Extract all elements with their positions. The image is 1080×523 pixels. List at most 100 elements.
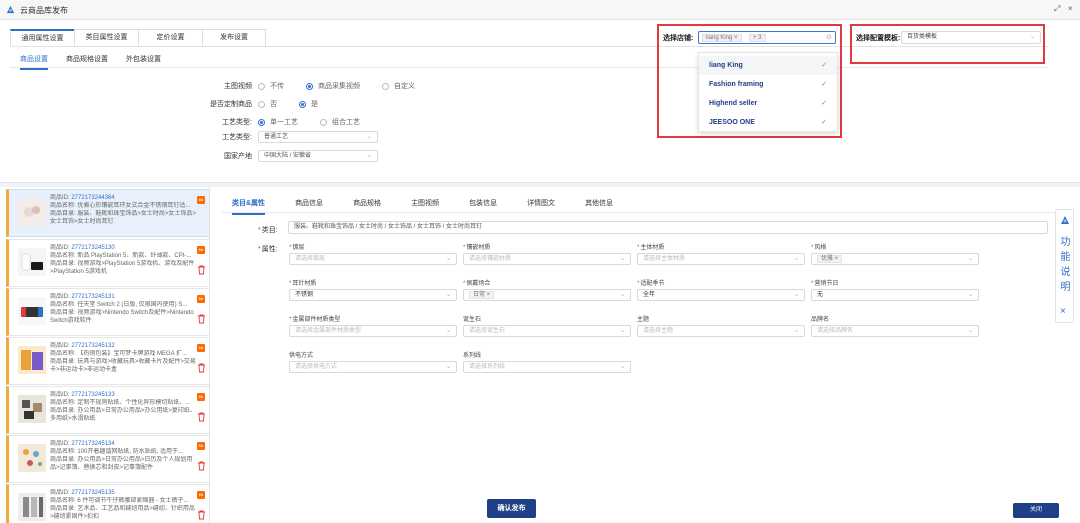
origin-label: 国家产地 <box>224 153 252 160</box>
template-select-label: 选择配置模板: <box>856 35 901 42</box>
attributes-label: *属性: <box>258 246 278 253</box>
radio-customized-no[interactable]: 否 <box>258 99 277 109</box>
product-thumbnail <box>18 248 46 276</box>
detail-tabs-divider <box>222 212 1058 213</box>
radio-customized-yes[interactable]: 是 <box>299 99 318 109</box>
product-name: 定制不规则贴纸、个性化异形模切贴纸、... <box>77 400 191 406</box>
product-thumbnail <box>18 198 46 226</box>
chevron-down-icon: ⌄ <box>619 256 625 262</box>
chevron-down-icon: ⌄ <box>445 328 451 334</box>
product-id: 2772173245132 <box>71 343 115 349</box>
attr-holiday-select[interactable]: 无 ⌄ <box>811 289 979 301</box>
shop-option[interactable]: JEESOO ONE ✓ <box>699 113 837 132</box>
attr-style-select[interactable]: 优雅 × ⌄ <box>811 253 979 265</box>
chevron-down-icon: ⌄ <box>967 256 973 262</box>
product-thumbnail <box>18 297 46 325</box>
trash-icon[interactable] <box>197 412 206 422</box>
help-side-panel[interactable]: 功能说明 × <box>1055 209 1074 323</box>
tab-general-attributes[interactable]: 通用属性设置 <box>10 29 74 47</box>
attr-plating: *镀层 请选择镀层 ⌄ <box>289 244 457 265</box>
shop-option[interactable]: Highend seller ✓ <box>699 94 837 113</box>
maximize-icon[interactable]: ⤢ <box>1054 4 1060 14</box>
attr-theme-select[interactable]: 请选择主题 ⌄ <box>637 325 805 337</box>
category-label: *类目: <box>258 227 278 234</box>
trash-icon[interactable] <box>197 510 206 520</box>
radio-custom-video[interactable]: 自定义 <box>382 81 415 91</box>
radio-single-craft[interactable]: 单一工艺 <box>258 117 298 127</box>
shop-option[interactable]: Fashion framing ✓ <box>699 75 837 94</box>
circle-clear-icon[interactable]: ⊙ <box>826 33 832 41</box>
list-item[interactable]: 商品ID: 2772173245133 商品名称: 定制不规则贴纸、个性化异形模… <box>6 386 209 434</box>
main-video-row: 主图视频 不传 商品采集视频 自定义 <box>200 80 437 92</box>
confirm-publish-button[interactable]: 确认发布 <box>487 499 536 518</box>
radio-combined-craft[interactable]: 组合工艺 <box>320 117 360 127</box>
product-id: 2772173245134 <box>71 441 115 447</box>
chevron-down-icon: ⌄ <box>793 256 799 262</box>
category-field[interactable]: 服装、鞋靴和珠宝饰品 / 女士时尚 / 女士饰品 / 女士耳饰 / 女士时尚耳钉 <box>288 221 1048 234</box>
attr-earpin-material-select[interactable]: 不锈钢 ⌄ <box>289 289 457 301</box>
taobao-badge-icon: tb <box>197 295 205 303</box>
attr-inlay-material-select[interactable]: 请选择镶嵌材质 ⌄ <box>463 253 631 265</box>
shop-tag[interactable]: liang King × <box>702 34 742 42</box>
tab-publish-settings[interactable]: 发布设置 <box>202 29 266 47</box>
customized-label: 是否定制商品 <box>210 101 252 108</box>
tag-close-icon: × <box>734 35 738 41</box>
help-logo-icon <box>1061 216 1069 224</box>
template-select[interactable]: 百货类模板 ⌄ <box>901 31 1041 44</box>
trash-icon[interactable] <box>197 461 206 471</box>
list-item[interactable]: 商品ID: 2772173245131 商品名称: 任天堂 Switch 2 (… <box>6 288 209 336</box>
attr-plating-select[interactable]: 请选择镀层 ⌄ <box>289 253 457 265</box>
attr-main-material-select[interactable]: 请选择主体材质 ⌄ <box>637 253 805 265</box>
tab-category-attributes[interactable]: 类目属性设置 <box>74 29 138 47</box>
craft-type-row: 工艺类型: 单一工艺 组合工艺 <box>200 116 382 128</box>
attr-metal-part-select[interactable]: 请选择金属部件材质类型 ⌄ <box>289 325 457 337</box>
list-item[interactable]: 商品ID: 2772173245132 商品名称: 【热销包装】宝可梦卡牌游戏 … <box>6 337 209 385</box>
check-icon: ✓ <box>821 62 827 69</box>
check-icon: ✓ <box>821 100 827 107</box>
chevron-down-icon: ⌄ <box>1029 34 1035 40</box>
attr-series-select[interactable]: 请选择系列线 ⌄ <box>463 361 631 373</box>
product-name: 任天堂 Switch 2 (日版, 仅限国内使用) S... <box>77 302 188 308</box>
product-thumbnail <box>18 395 46 423</box>
attr-power-supply: 供电方式 请选择供电方式 ⌄ <box>289 352 457 373</box>
chevron-down-icon: ⌄ <box>967 328 973 334</box>
help-text: 功能说明 <box>1060 237 1071 293</box>
more-shops-tag: + 3 <box>749 34 766 42</box>
trash-icon[interactable] <box>197 265 206 275</box>
attr-power-supply-select[interactable]: 请选择供电方式 ⌄ <box>289 361 457 373</box>
craft-kind-select[interactable]: 普通工艺 ⌄ <box>258 131 378 143</box>
origin-select[interactable]: 中国大陆 / 安徽省 ⌄ <box>258 150 378 162</box>
product-id: 2772173245131 <box>71 294 115 300</box>
sub-tabs-divider <box>10 67 1048 68</box>
window-title: 云商品库发布 <box>20 6 68 15</box>
attr-brand-select[interactable]: 请选择品牌名 ⌄ <box>811 325 979 337</box>
attr-occasion-select[interactable]: 日常 × ⌄ <box>463 289 631 301</box>
shop-multi-select[interactable]: liang King × + 3 ⊙ <box>698 31 836 44</box>
trash-icon[interactable] <box>197 314 206 324</box>
close-window-icon[interactable]: × <box>1068 4 1073 13</box>
taobao-badge-icon: tb <box>197 196 205 204</box>
customized-row: 是否定制商品 否 是 <box>200 98 340 110</box>
attr-season-select[interactable]: 全年 ⌄ <box>637 289 805 301</box>
product-thumbnail <box>18 346 46 374</box>
close-icon[interactable]: × <box>1060 306 1066 317</box>
list-item[interactable]: 商品ID: 2772173244364 商品名称: 优雅心形镶嵌耳环女式合金不锈… <box>6 189 209 237</box>
close-button[interactable]: 关闭 <box>1013 503 1059 518</box>
taobao-badge-icon: tb <box>197 442 205 450</box>
chevron-down-icon: ⌄ <box>366 134 372 140</box>
list-item[interactable]: 商品ID: 2772173245130 商品名称: 新品 PlayStation… <box>6 239 209 287</box>
trash-icon[interactable] <box>197 363 206 373</box>
attr-inlay-material: *镶嵌材质 请选择镶嵌材质 ⌄ <box>463 244 631 265</box>
shop-dropdown: liang King ✓ Fashion framing ✓ Highend sel… <box>698 52 838 132</box>
chevron-down-icon: ⌄ <box>967 292 973 298</box>
attr-series: 系列线 请选择系列线 ⌄ <box>463 352 631 373</box>
attr-birthstone-select[interactable]: 请选择诞生石 ⌄ <box>463 325 631 337</box>
list-item[interactable]: 商品ID: 2772173245134 商品名称: 100开着趣谐网贴纸, 防水… <box>6 435 209 483</box>
shop-option[interactable]: liang King ✓ <box>699 56 837 75</box>
radio-no-video[interactable]: 不传 <box>258 81 284 91</box>
radio-collected-video[interactable]: 商品采集视频 <box>306 81 360 91</box>
list-item[interactable]: 商品ID: 2772173245135 商品名称: 6 件可调节牛仔裤腰部紧缩器… <box>6 484 209 523</box>
origin-row: 国家产地 中国大陆 / 安徽省 ⌄ <box>200 150 378 162</box>
chevron-down-icon: ⌄ <box>619 328 625 334</box>
tab-pricing[interactable]: 定价设置 <box>138 29 202 47</box>
